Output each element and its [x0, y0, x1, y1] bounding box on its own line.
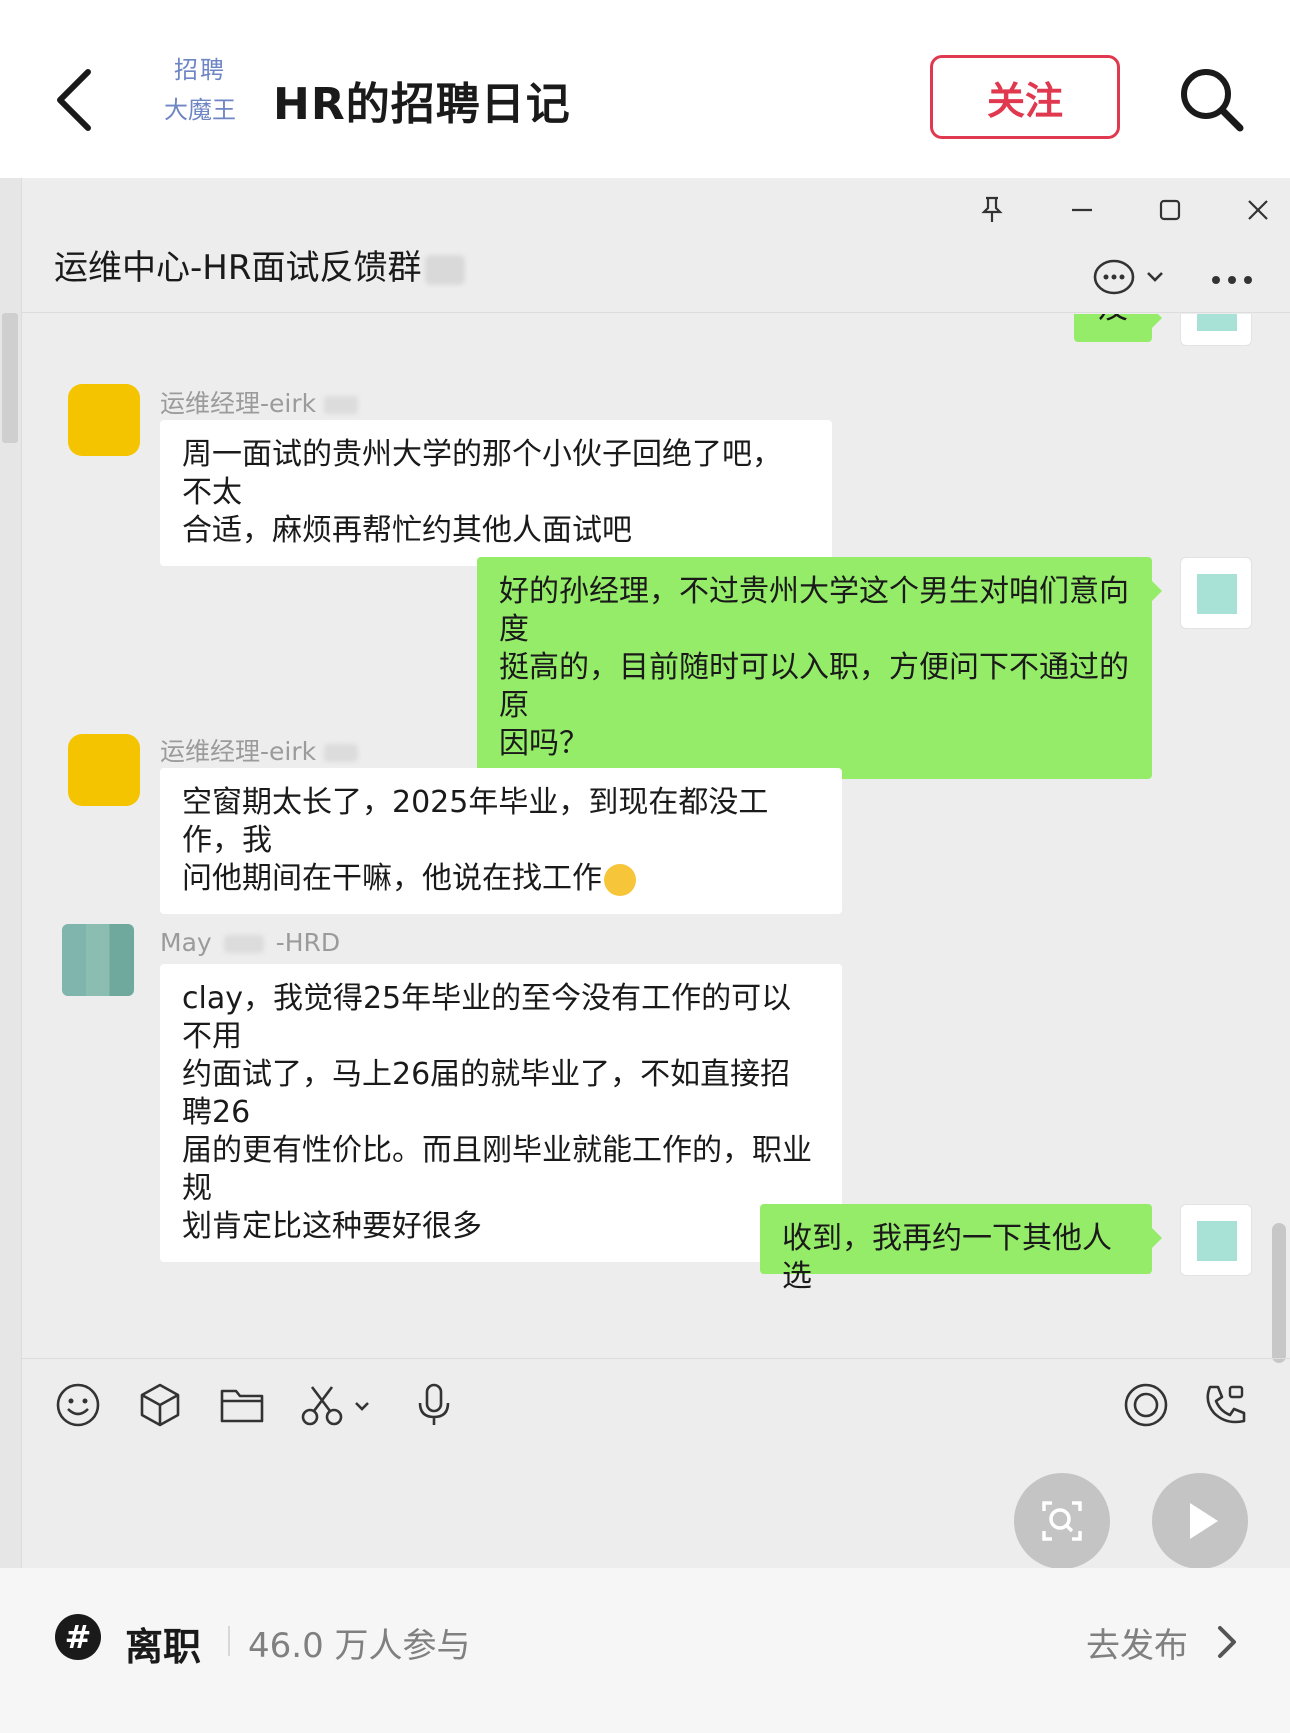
message-text: 收到，我再约一下其他人选: [782, 1221, 1112, 1294]
play-icon: [1190, 1503, 1218, 1539]
group-title: 运维中心-HR面试反馈群: [54, 240, 466, 289]
message-text: 问他期间在干嘛，他说在找工作: [182, 861, 602, 896]
message-line: clay，我觉得25年毕业的至今没有工作的可以不用: [182, 981, 792, 1054]
sender-name: 运维经理-eirk: [160, 732, 359, 768]
avatar[interactable]: [62, 924, 134, 996]
search-icon: [1181, 69, 1244, 132]
chat-screenshot: 运维中心-HR面试反馈群 运维经理-eirk 周一面试的贵州大学的那个小伙子回绝…: [0, 178, 1290, 1569]
message-text: 及: [1098, 314, 1128, 326]
more-icon[interactable]: [1202, 256, 1262, 300]
scan-icon: [1042, 1501, 1082, 1541]
emoji-icon[interactable]: [52, 1379, 104, 1431]
maximize-icon[interactable]: [1150, 190, 1190, 230]
blurred-text: [223, 935, 264, 953]
account-name[interactable]: HR的招聘日记: [273, 68, 571, 132]
chat-bubble-dropdown-icon[interactable]: [1092, 253, 1172, 303]
chevron-right-icon[interactable]: [1212, 1622, 1242, 1662]
message-bubble-in: 空窗期太长了，2025年毕业，到现在都没工作，我 问他期间在干嘛，他说在找工作: [160, 768, 842, 914]
message-line: 划肯定比这种要好很多: [182, 1209, 482, 1244]
message-bubble-in: 周一面试的贵州大学的那个小伙子回绝了吧，不太 合适，麻烦再帮忙约其他人面试吧: [160, 420, 832, 566]
scissors-icon[interactable]: [298, 1379, 378, 1431]
message-bubble-out: 及: [1074, 314, 1162, 342]
message-line: 好的孙经理，不过贵州大学这个男生对咱们意向度: [499, 574, 1129, 647]
pin-icon[interactable]: [972, 190, 1012, 230]
play-button[interactable]: [1152, 1473, 1248, 1569]
blurred-text: [324, 744, 359, 762]
side-scroll-thumb: [2, 313, 18, 443]
laugh-cry-emoji-icon: [604, 863, 636, 896]
video-call-icon[interactable]: [1200, 1379, 1252, 1431]
sender-name-a: May: [160, 928, 212, 957]
close-icon[interactable]: [1238, 190, 1278, 230]
chat-window-header: 运维中心-HR面试反馈群: [22, 178, 1290, 313]
search-button[interactable]: [1172, 60, 1252, 140]
side-scrollbar: [0, 178, 22, 1568]
input-toolbar: [22, 1358, 1290, 1569]
logo-line-2: 大魔王: [164, 96, 236, 124]
cube-icon[interactable]: [134, 1379, 186, 1431]
sender-name-b: -HRD: [275, 928, 341, 957]
microphone-icon[interactable]: [408, 1379, 460, 1431]
sender-name-text: 运维经理-eirk: [160, 737, 317, 766]
message-line: 问他期间在干嘛，他说在找工作: [182, 860, 820, 898]
sender-name: 运维经理-eirk: [160, 384, 359, 420]
minimize-icon[interactable]: [1062, 190, 1102, 230]
message-line: 届的更有性价比。而且刚毕业就能工作的，职业规: [182, 1133, 812, 1206]
back-button[interactable]: [50, 60, 110, 140]
message-line: 挺高的，目前随时可以入职，方便问下不通过的原: [499, 650, 1129, 723]
chat-scrollbar[interactable]: [1272, 1223, 1286, 1363]
message-list[interactable]: 及 运维经理-eirk 周一面试的贵州大学的那个小伙子回绝了吧，不太 合适，麻烦…: [22, 314, 1290, 1534]
account-avatar[interactable]: 招聘 大魔王: [150, 50, 250, 145]
message-bubble-out: 好的孙经理，不过贵州大学这个男生对咱们意向度 挺高的，目前随时可以入职，方便问下…: [477, 557, 1162, 779]
avatar[interactable]: [1180, 314, 1252, 346]
hashtag-icon: #: [55, 1614, 101, 1660]
scan-button[interactable]: [1014, 1473, 1110, 1569]
avatar[interactable]: [1180, 557, 1252, 629]
blurred-text: [324, 396, 359, 414]
sender-name: May -HRD: [160, 928, 340, 957]
page: 招聘 大魔王 HR的招聘日记 关注 运维中心-HR面试反馈群 运维经理-eirk…: [0, 0, 1290, 1733]
message-line: 周一面试的贵州大学的那个小伙子回绝了吧，不太: [182, 437, 782, 510]
folder-icon[interactable]: [216, 1379, 268, 1431]
logo-line-1: 招聘: [174, 56, 226, 84]
title-blurred-badge: [425, 254, 466, 285]
follow-button[interactable]: 关注: [930, 55, 1120, 139]
sender-name-text: 运维经理-eirk: [160, 389, 317, 418]
participants-count: 46.0 万人参与: [248, 1626, 471, 1666]
message-line: 合适，麻烦再帮忙约其他人面试吧: [182, 513, 632, 548]
publish-link[interactable]: 去发布: [1086, 1618, 1188, 1667]
message-bubble-out: 收到，我再约一下其他人选: [760, 1204, 1162, 1294]
avatar[interactable]: [68, 384, 140, 456]
back-arrow-icon: [57, 69, 91, 131]
message-line: 因吗？: [499, 726, 589, 761]
topic-footer[interactable]: # 离职 46.0 万人参与 去发布: [0, 1568, 1290, 1733]
record-icon[interactable]: [1120, 1379, 1172, 1431]
group-title-text: 运维中心-HR面试反馈群: [54, 248, 422, 288]
avatar[interactable]: [68, 734, 140, 806]
message-line: 空窗期太长了，2025年毕业，到现在都没工作，我: [182, 785, 769, 858]
message-line: 约面试了，马上26届的就毕业了，不如直接招聘26: [182, 1057, 791, 1130]
top-app-bar: 招聘 大魔王 HR的招聘日记 关注: [0, 0, 1290, 180]
divider: [228, 1626, 230, 1656]
avatar[interactable]: [1180, 1204, 1252, 1276]
topic-name[interactable]: 离职: [125, 1616, 201, 1671]
message-bubble-in: clay，我觉得25年毕业的至今没有工作的可以不用 约面试了，马上26届的就毕业…: [160, 964, 842, 1262]
